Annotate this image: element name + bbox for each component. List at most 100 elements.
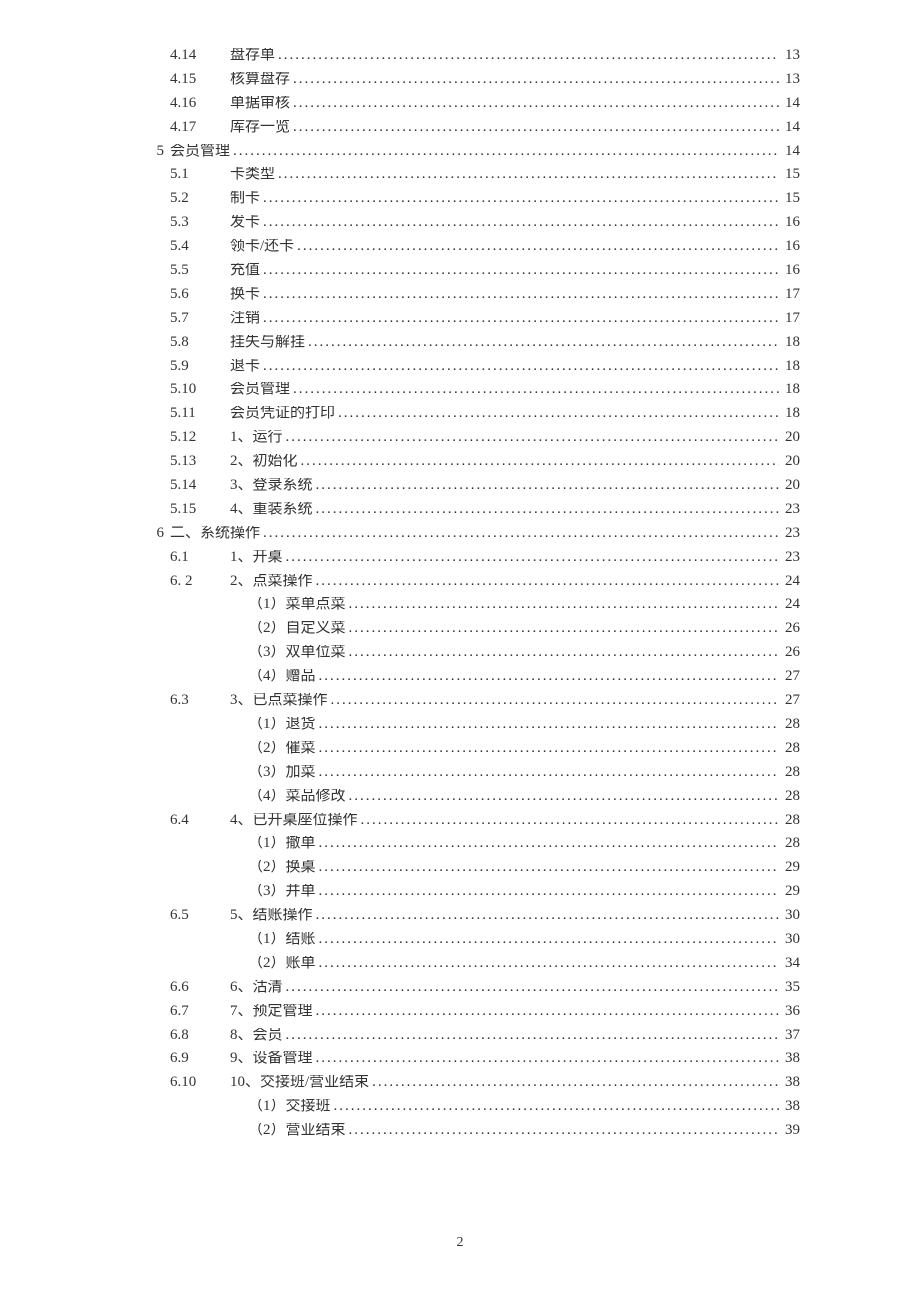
toc-section-number: 5.7 [170, 311, 230, 326]
toc-title: 二、系统操作 [170, 526, 260, 541]
toc-page-ref: 23 [782, 526, 800, 541]
toc-entry: 4.17库存一览 14 [130, 120, 800, 144]
toc-entry: 6.1010、交接班/营业结束38 [130, 1075, 800, 1099]
toc-leader [319, 765, 779, 780]
toc-entry: 4.16单据审核14 [130, 96, 800, 120]
toc-leader [319, 741, 779, 756]
toc-leader [319, 717, 779, 732]
toc-leader [316, 1004, 779, 1019]
toc-title: （1）菜单点菜 [248, 597, 346, 612]
toc-page-ref: 24 [782, 574, 800, 589]
toc-leader [319, 932, 779, 947]
toc-section-number: 5.2 [170, 191, 230, 206]
toc-entry: （1）交接班38 [130, 1099, 800, 1123]
toc-entry: 6.66、沽清35 [130, 980, 800, 1004]
toc-entry: 5.5充值16 [130, 263, 800, 287]
toc-section-number: 6.4 [170, 813, 230, 828]
toc-page-ref: 13 [782, 48, 800, 63]
toc-leader [308, 335, 779, 350]
toc-page-ref: 14 [782, 120, 800, 135]
toc-page-ref: 27 [782, 669, 800, 684]
toc-entry: 5.7注销17 [130, 311, 800, 335]
toc-leader [316, 574, 779, 589]
toc-leader [372, 1075, 779, 1090]
toc-leader [349, 1123, 779, 1138]
toc-section-number: 5.12 [170, 430, 230, 445]
toc-leader [263, 215, 779, 230]
toc-entry: 5.3发卡16 [130, 215, 800, 239]
toc-entry: 6.33、已点菜操作27 [130, 693, 800, 717]
toc-page-ref: 15 [782, 191, 800, 206]
toc-page-ref: 26 [782, 645, 800, 660]
toc-title: 会员管理 [230, 382, 290, 397]
toc-page-ref: 15 [782, 167, 800, 182]
toc-section-number: 5.11 [170, 406, 230, 421]
toc-entry: 5.121、运行20 [130, 430, 800, 454]
toc-leader [319, 956, 779, 971]
toc-entry: 5.10会员管理18 [130, 382, 800, 406]
toc-page-ref: 13 [782, 72, 800, 87]
toc-title: 1、运行 [230, 430, 283, 445]
toc-section-number: 5.10 [170, 382, 230, 397]
toc-entry: （3）双单位菜26 [130, 645, 800, 669]
toc-title: 8、会员 [230, 1028, 283, 1043]
toc-title: 单据审核 [230, 96, 290, 111]
toc-entry: （2）换桌29 [130, 860, 800, 884]
toc-entry: 6.77、预定管理36 [130, 1004, 800, 1028]
toc-page-ref: 16 [782, 263, 800, 278]
toc-page-ref: 34 [782, 956, 800, 971]
toc-page-ref: 20 [782, 478, 800, 493]
toc-title: 3、登录系统 [230, 478, 313, 493]
toc-leader [286, 430, 779, 445]
toc-leader [319, 669, 779, 684]
toc-entry: 5.6换卡17 [130, 287, 800, 311]
toc-section-number: 4.17 [170, 120, 230, 135]
toc-leader [263, 287, 779, 302]
toc-leader [349, 645, 779, 660]
toc-page-ref: 38 [782, 1099, 800, 1114]
toc-entry: （4）菜品修改28 [130, 789, 800, 813]
toc-title: 4、已开桌座位操作 [230, 813, 358, 828]
toc-title: 库存一览 [230, 120, 290, 135]
toc-title: 挂失与解挂 [230, 335, 305, 350]
toc-title: （4）菜品修改 [248, 789, 346, 804]
toc-page-ref: 16 [782, 215, 800, 230]
toc-entry: （3）加菜28 [130, 765, 800, 789]
toc-leader [319, 884, 779, 899]
toc-section-number: 5.8 [170, 335, 230, 350]
toc-entry: 5.4领卡/还卡16 [130, 239, 800, 263]
toc-page-ref: 37 [782, 1028, 800, 1043]
toc-title: 2、初始化 [230, 454, 298, 469]
toc-entry: （1）结账30 [130, 932, 800, 956]
toc-entry: 6.88、会员37 [130, 1028, 800, 1052]
toc-section-number: 5.1 [170, 167, 230, 182]
toc-entry: 5.1卡类型 15 [130, 167, 800, 191]
toc-title: （1）撤单 [248, 836, 316, 851]
toc-entry: （4）赠品27 [130, 669, 800, 693]
toc-leader [293, 120, 779, 135]
toc-section-number: 6.3 [170, 693, 230, 708]
page-number: 2 [0, 1236, 920, 1250]
toc-page-ref: 29 [782, 860, 800, 875]
toc-page-ref: 18 [782, 335, 800, 350]
toc-title: （1）结账 [248, 932, 316, 947]
toc-leader [263, 526, 779, 541]
toc-page-ref: 17 [782, 287, 800, 302]
toc-title: 1、开桌 [230, 550, 283, 565]
toc-leader [331, 693, 779, 708]
toc-entry: （2）催菜28 [130, 741, 800, 765]
toc-section-number: 4.16 [170, 96, 230, 111]
toc-title: 卡类型 [230, 167, 275, 182]
toc-title: 退卡 [230, 359, 260, 374]
toc-title: 领卡/还卡 [230, 239, 294, 254]
toc-title: 制卡 [230, 191, 260, 206]
toc-title: 4、重装系统 [230, 502, 313, 517]
toc-title: 5、结账操作 [230, 908, 313, 923]
toc-entry: 5.154、重装系统23 [130, 502, 800, 526]
toc-leader [316, 502, 779, 517]
toc-section-number: 5.14 [170, 478, 230, 493]
toc-page-ref: 30 [782, 908, 800, 923]
toc-page-ref: 29 [782, 884, 800, 899]
toc-title: 9、设备管理 [230, 1051, 313, 1066]
toc-title: 7、预定管理 [230, 1004, 313, 1019]
